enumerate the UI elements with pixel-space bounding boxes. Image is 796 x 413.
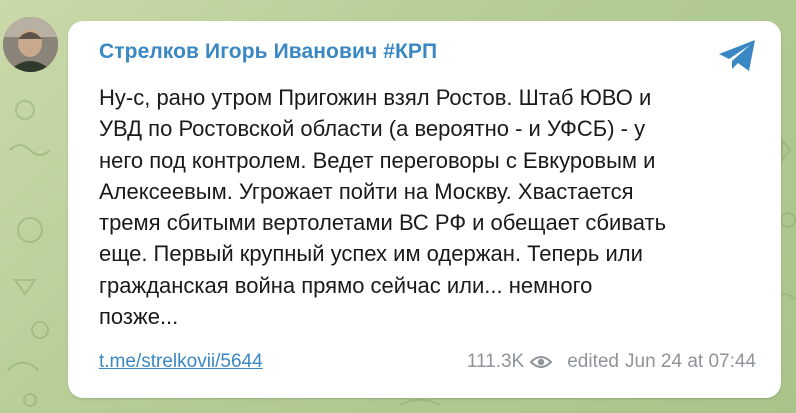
avatar-photo — [3, 17, 58, 72]
message-text: Ну-с, рано утром Пригожин взял Ростов. Ш… — [99, 85, 667, 330]
channel-avatar[interactable] — [3, 17, 58, 72]
channel-name[interactable]: Стрелков Игорь Иванович #КРП — [99, 40, 437, 64]
message-date: Jun 24 at 07:44 — [625, 351, 756, 372]
edited-label: edited — [567, 351, 619, 372]
message-meta: 111.3K edited Jun 24 at 07:44 — [467, 351, 756, 373]
post-link[interactable]: t.me/strelkovii/5644 — [99, 351, 263, 373]
message-bubble[interactable]: Стрелков Игорь Иванович #КРП Ну-с, рано … — [68, 21, 781, 398]
telegram-icon[interactable] — [717, 38, 759, 74]
views-count: 111.3K — [466, 351, 525, 372]
eye-icon — [530, 356, 553, 368]
